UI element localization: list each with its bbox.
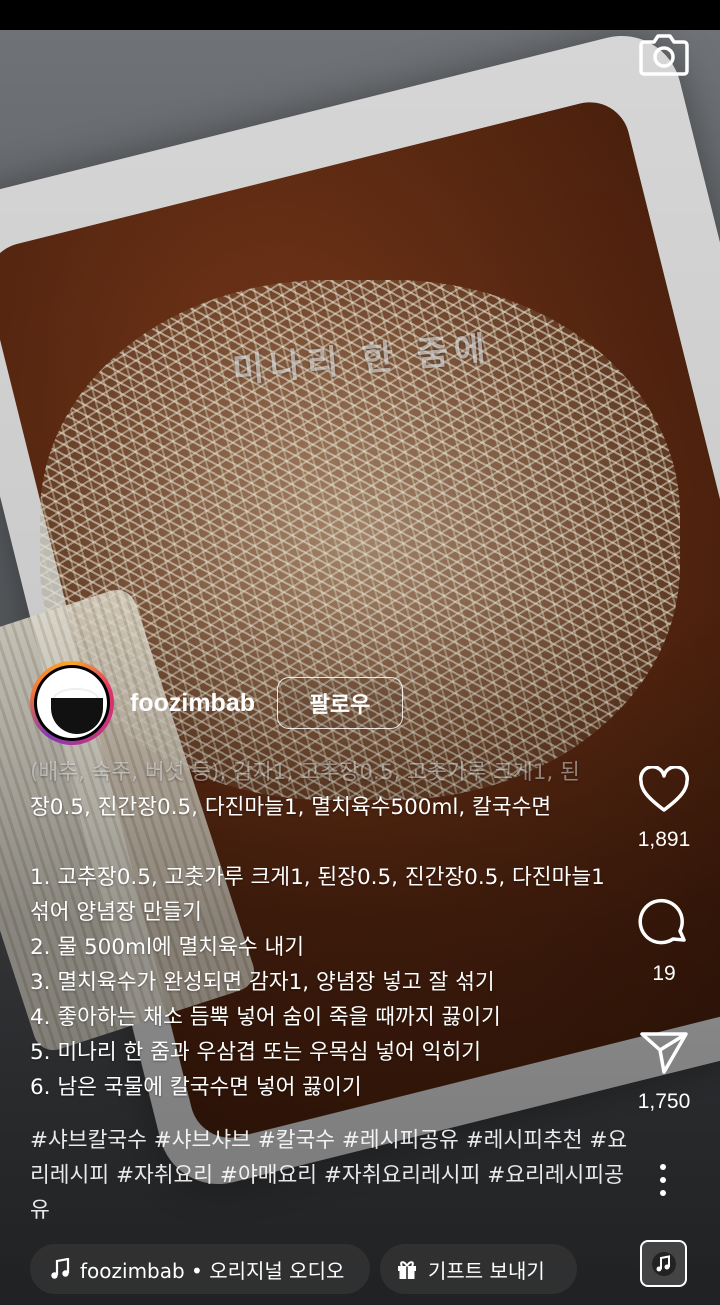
gift-icon [396, 1258, 418, 1280]
share-button[interactable]: 1,750 [620, 1028, 708, 1114]
caption-step: 3. 멸치육수가 완성되면 감자1, 양념장 넣고 잘 섞기 [30, 970, 495, 995]
comment-count: 19 [652, 962, 676, 985]
caption-ingredients-line2: 장0.5, 진간장0.5, 다진마늘1, 멸치육수500ml, 칼국수면 [30, 795, 552, 820]
like-count: 1,891 [637, 828, 691, 851]
camera-icon [639, 34, 689, 76]
comment-icon [638, 898, 686, 945]
caption[interactable]: (배추, 숙주, 버섯 등), 감자1, 고추장0.5, 고춧가루 크게1, 된… [30, 755, 620, 1105]
author-row: foozimbab 팔로우 [30, 660, 403, 746]
caption-ingredients-line1: (배추, 숙주, 버섯 등), 감자1, 고추장0.5, 고춧가루 크게1, 된 [30, 755, 620, 790]
avatar-frame [34, 665, 110, 741]
share-count: 1,750 [637, 1090, 691, 1113]
comment-button[interactable]: 19 [620, 896, 708, 986]
gift-label: 기프트 보내기 [428, 1258, 545, 1283]
caption-step: 2. 물 500ml에 멸치육수 내기 [30, 935, 305, 960]
status-bar [0, 0, 720, 30]
caption-gap [30, 825, 620, 860]
camera-button[interactable] [638, 30, 690, 78]
music-note-icon [50, 1258, 70, 1280]
avatar-bowl [51, 698, 103, 734]
caption-faded-text: (배추, 숙주, 버섯 등), 감자1, 고추장0.5, 고춧가루 크게1, 된 [30, 760, 580, 785]
more-icon-dot [660, 1177, 666, 1183]
caption-step: 5. 미나리 한 줌과 우삼겹 또는 우목심 넣어 익히기 [30, 1040, 482, 1065]
audio-chip[interactable]: foozimbab • 오리지널 오디오 [30, 1244, 370, 1294]
caption-step: 4. 좋아하는 채소 듬뿍 넣어 숨이 죽을 때까지 끓이기 [30, 1005, 501, 1030]
music-note-icon [651, 1251, 676, 1276]
avatar[interactable] [30, 661, 114, 745]
more-icon-dot [660, 1164, 666, 1170]
hashtags[interactable]: #샤브칼국수 #샤브샤브 #칼국수 #레시피공유 #레시피추천 #요리레시피 #… [30, 1123, 630, 1228]
more-icon-dot [660, 1190, 666, 1196]
audio-thumbnail[interactable] [640, 1240, 687, 1287]
audio-label: foozimbab • 오리지널 오디오 [80, 1258, 345, 1283]
heart-icon [638, 766, 690, 812]
caption-step: 6. 남은 국물에 칼국수면 넣어 끓이기 [30, 1075, 362, 1100]
caption-step: 1. 고추장0.5, 고춧가루 크게1, 된장0.5, 진간장0.5, 다진마늘… [30, 865, 605, 925]
gift-button[interactable]: 기프트 보내기 [380, 1244, 577, 1294]
avatar-image [37, 668, 107, 738]
send-icon [640, 1032, 688, 1074]
like-button[interactable]: 1,891 [620, 766, 708, 852]
follow-button[interactable]: 팔로우 [277, 677, 403, 729]
username[interactable]: foozimbab [130, 689, 255, 718]
more-button[interactable] [648, 1160, 678, 1200]
